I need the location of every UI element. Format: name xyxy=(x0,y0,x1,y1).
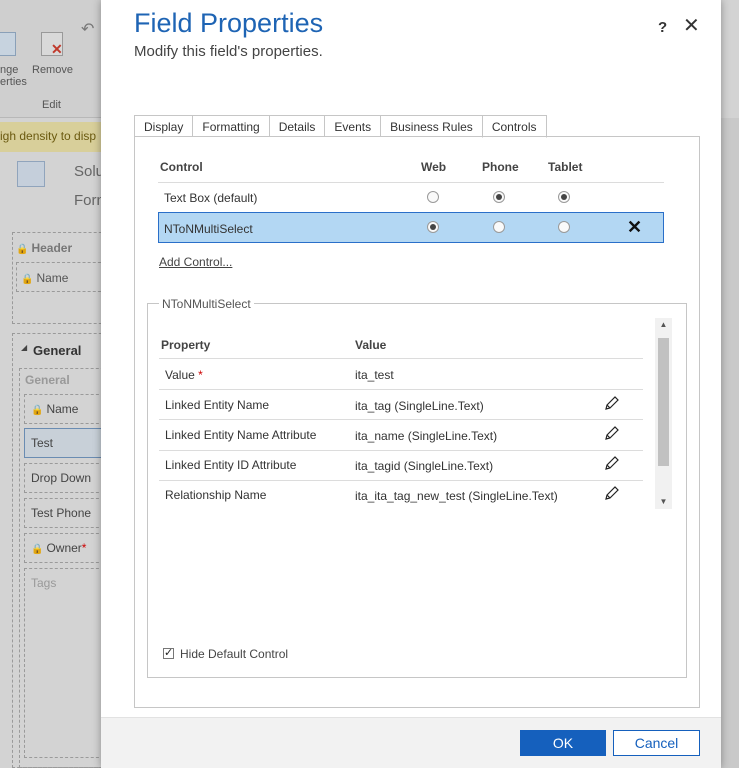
property-value: ita_name (SingleLine.Text) xyxy=(355,429,498,443)
change-properties-icon[interactable] xyxy=(0,32,16,56)
solution-label: Solu xyxy=(74,163,105,180)
tab-display[interactable]: Display xyxy=(134,115,193,137)
density-banner: igh density to disp xyxy=(0,122,101,152)
remove-label: Remove xyxy=(32,64,73,76)
add-control-link[interactable]: Add Control... xyxy=(159,255,232,269)
row-divider xyxy=(159,389,643,390)
web-column-header: Web xyxy=(421,160,447,174)
ribbon-group-label: Edit xyxy=(42,99,61,111)
tab-events[interactable]: Events xyxy=(324,115,381,137)
pencil-icon[interactable] xyxy=(604,395,620,411)
close-icon[interactable]: ✕ xyxy=(683,15,700,37)
header-name-label: 🔒 Name xyxy=(21,271,69,285)
properties-legend: NToNMultiSelect xyxy=(159,297,254,311)
undo-icon[interactable]: ↶ xyxy=(81,22,94,38)
field-properties-dialog: Field Properties Modify this field's pro… xyxy=(101,0,721,768)
properties-scrollbar[interactable]: ▲ ▼ xyxy=(655,318,672,509)
hide-default-control-checkbox[interactable] xyxy=(163,646,174,659)
help-button[interactable]: ? xyxy=(658,19,667,36)
tablet-radio[interactable] xyxy=(558,191,570,203)
pencil-icon[interactable] xyxy=(604,455,620,471)
collapse-icon[interactable]: ◢ xyxy=(21,343,27,352)
solution-icon xyxy=(17,161,45,187)
control-name: Text Box (default) xyxy=(164,191,258,205)
ok-button[interactable]: OK xyxy=(520,730,606,756)
field-tags[interactable]: Tags xyxy=(24,568,104,758)
general-section-label: General xyxy=(25,373,70,387)
row-divider xyxy=(159,450,643,451)
change-properties-label: nge erties xyxy=(0,64,27,88)
tab-bar: Display Formatting Details Events Busine… xyxy=(134,115,547,138)
tablet-radio[interactable] xyxy=(558,221,570,233)
scroll-up-icon[interactable]: ▲ xyxy=(655,318,672,332)
value-column-header: Value xyxy=(355,338,387,352)
pencil-icon[interactable] xyxy=(604,425,620,441)
web-radio[interactable] xyxy=(427,191,439,203)
property-value: ita_tagid (SingleLine.Text) xyxy=(355,459,494,473)
property-name: Linked Entity ID Attribute xyxy=(165,458,297,472)
property-value: ita_tag (SingleLine.Text) xyxy=(355,399,484,413)
phone-column-header: Phone xyxy=(482,160,519,174)
header-label: 🔒 Header xyxy=(16,241,73,255)
remove-control-icon[interactable]: ✕ xyxy=(627,218,642,236)
field-test[interactable]: Test xyxy=(24,428,104,458)
property-name: Linked Entity Name Attribute xyxy=(165,428,317,442)
property-name: Relationship Name xyxy=(165,488,267,502)
tab-business-rules[interactable]: Business Rules xyxy=(380,115,482,137)
controls-header-divider xyxy=(158,182,664,183)
dialog-subtitle: Modify this field's properties. xyxy=(134,43,323,60)
tab-controls[interactable]: Controls xyxy=(481,115,547,138)
property-name: Value * xyxy=(165,368,203,382)
row-divider xyxy=(159,419,643,420)
scroll-down-icon[interactable]: ▼ xyxy=(655,495,672,509)
dialog-title: Field Properties xyxy=(134,8,324,38)
phone-radio[interactable] xyxy=(493,191,505,203)
field-test-phone[interactable]: Test Phone xyxy=(24,498,104,528)
tab-details[interactable]: Details xyxy=(268,115,325,137)
tablet-column-header: Tablet xyxy=(548,160,583,174)
field-drop-down[interactable]: Drop Down xyxy=(24,463,104,493)
field-owner[interactable]: 🔒 Owner* xyxy=(24,533,104,563)
property-name: Linked Entity Name xyxy=(165,398,270,412)
field-name[interactable]: 🔒 Name xyxy=(24,394,104,424)
ribbon: nge erties ✕ Remove ↶ Edit xyxy=(0,0,101,118)
pencil-icon[interactable] xyxy=(604,485,620,501)
property-column-header: Property xyxy=(161,338,211,352)
web-radio[interactable] xyxy=(427,221,439,233)
phone-radio[interactable] xyxy=(493,221,505,233)
scroll-thumb[interactable] xyxy=(658,338,669,466)
row-divider xyxy=(159,480,643,481)
remove-icon[interactable]: ✕ xyxy=(41,32,63,57)
property-value: ita_ita_tag_new_test (SingleLine.Text) xyxy=(355,489,558,503)
tab-formatting[interactable]: Formatting xyxy=(192,115,269,137)
property-value: ita_test xyxy=(355,368,394,382)
control-name: NToNMultiSelect xyxy=(164,222,253,236)
cancel-button[interactable]: Cancel xyxy=(613,730,700,756)
control-column-header: Control xyxy=(160,160,203,174)
hide-default-control-label: Hide Default Control xyxy=(180,647,289,661)
general-tab-title: General xyxy=(33,343,82,358)
properties-header-divider xyxy=(159,358,643,359)
